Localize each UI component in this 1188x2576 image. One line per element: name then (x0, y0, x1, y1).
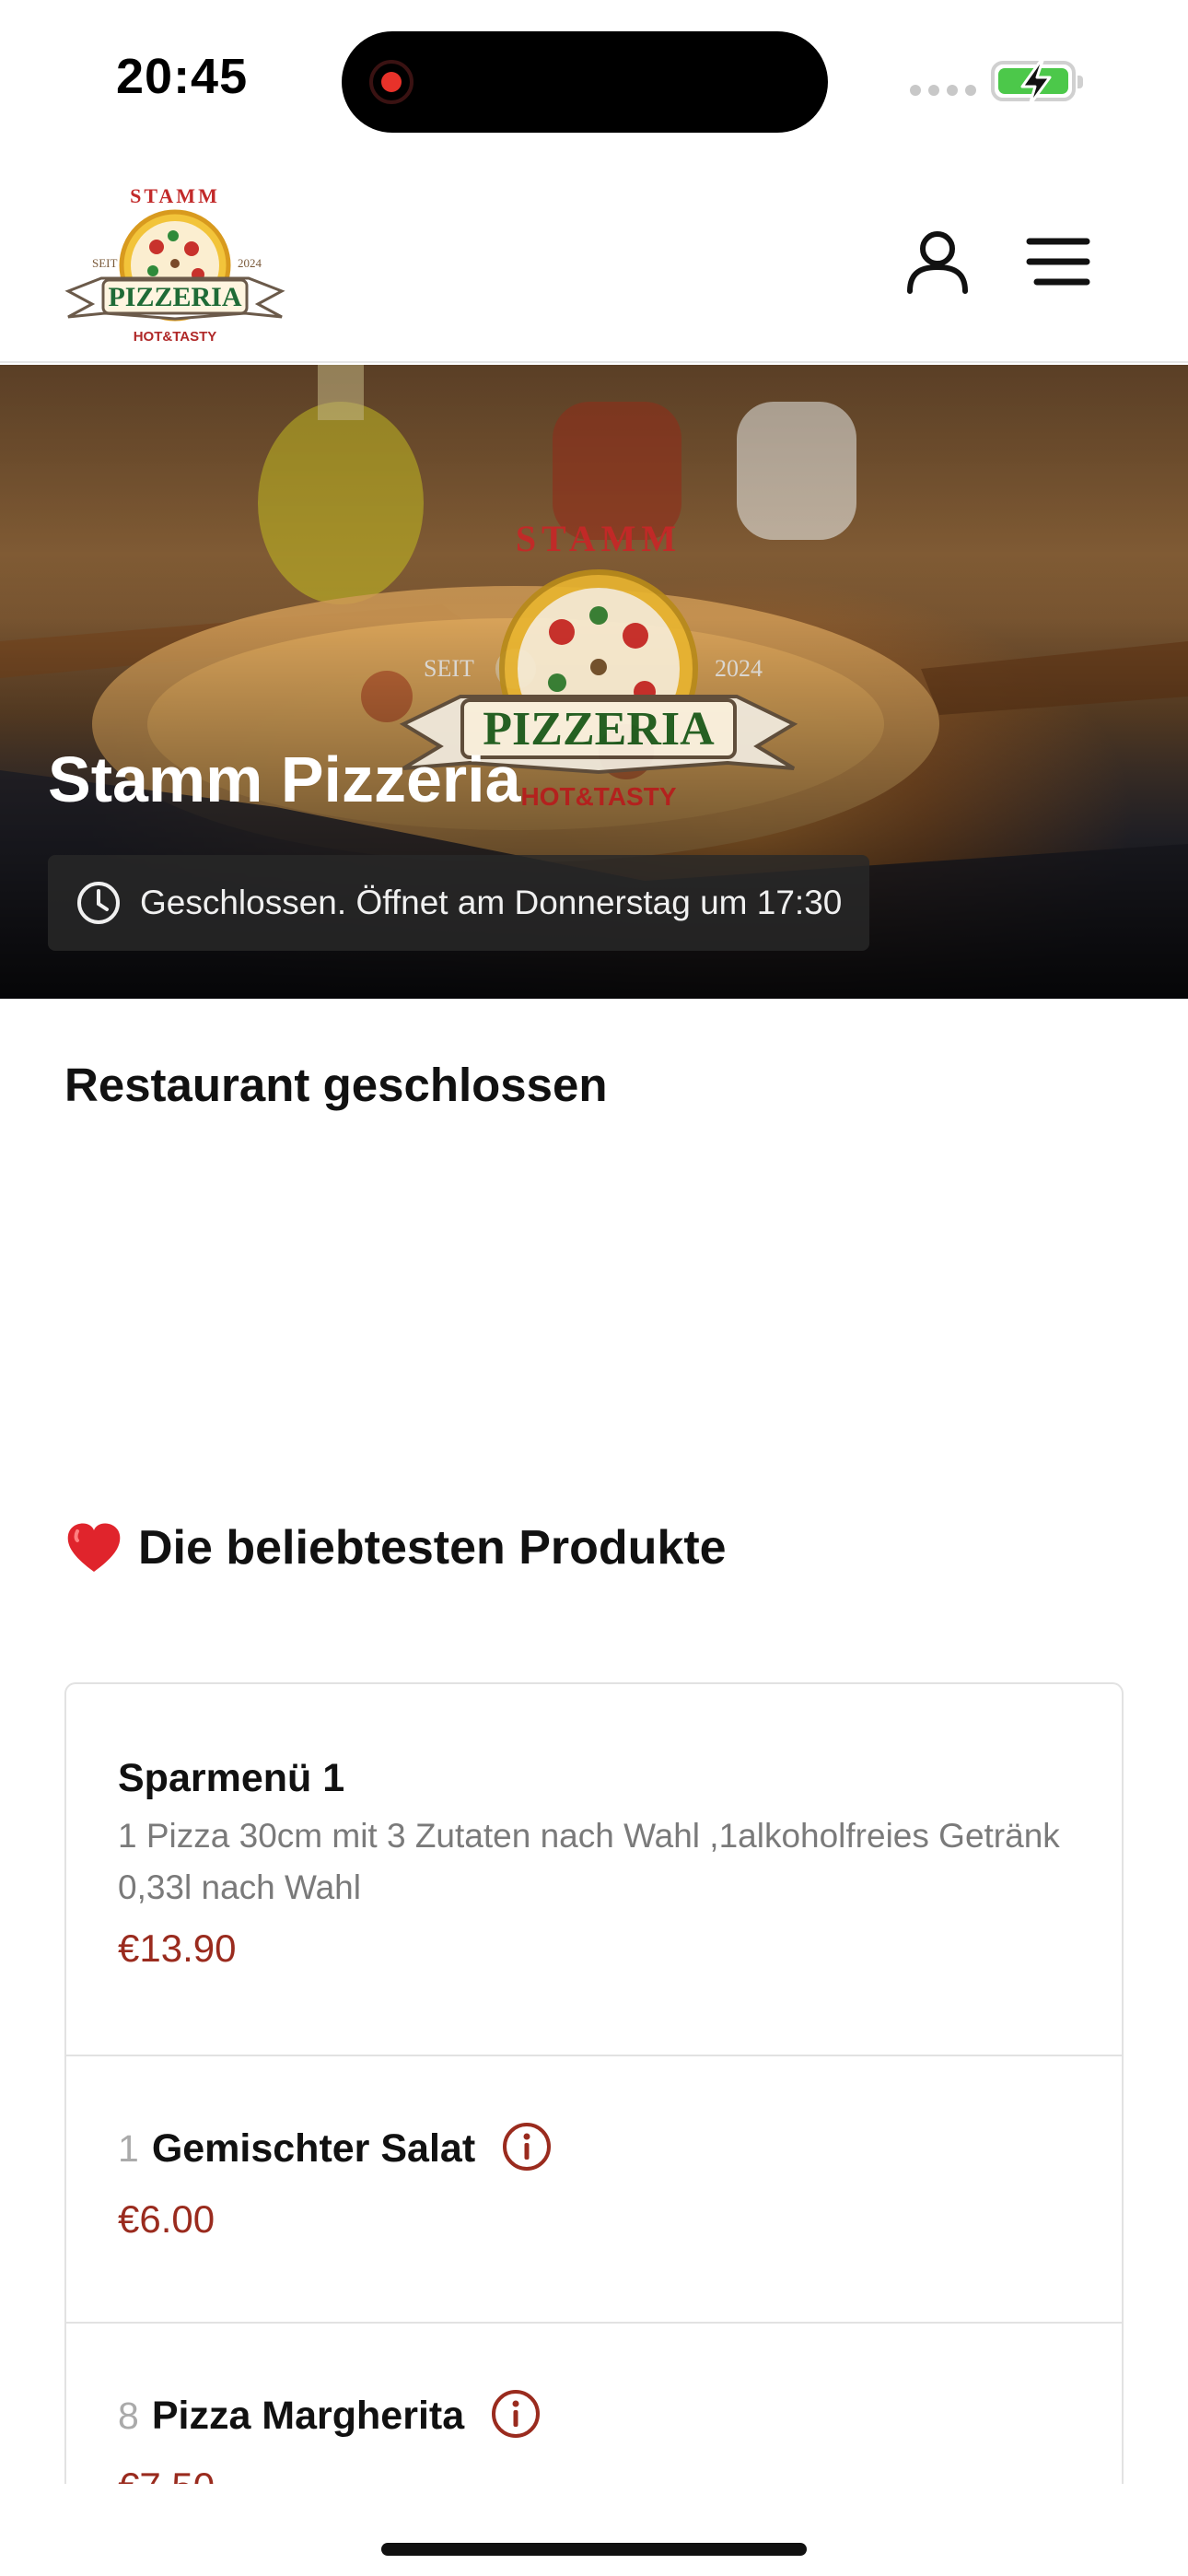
home-indicator[interactable] (381, 2543, 807, 2556)
hamburger-menu-icon (1026, 238, 1090, 286)
user-account-button[interactable] (903, 227, 973, 297)
clock-icon (77, 882, 120, 924)
svg-text:2024: 2024 (715, 655, 763, 682)
hero-banner: STAMM SEIT 2024 PIZZERIA HOT&TASTY Stamm… (0, 365, 1188, 999)
product-price: €6.00 (118, 2197, 215, 2241)
svg-text:STAMM: STAMM (516, 518, 681, 559)
site-header: STAMM SEIT 2024 PIZZERIA HOT&TASTY (0, 157, 1188, 363)
svg-text:2024: 2024 (238, 256, 262, 270)
status-time: 20:45 (116, 49, 249, 104)
menu-button[interactable] (1024, 234, 1094, 289)
battery-icon (991, 59, 1083, 107)
product-number: 1 (118, 2127, 139, 2170)
pizzeria-logo[interactable]: STAMM SEIT 2024 PIZZERIA HOT&TASTY (64, 175, 285, 350)
info-icon[interactable] (490, 2388, 542, 2444)
svg-text:SEIT: SEIT (424, 655, 474, 682)
signal-icon (910, 85, 976, 96)
popular-products-heading: Die beliebtesten Produkte (64, 1520, 727, 1575)
product-card[interactable]: 8 Pizza Margherita €7.50 (66, 2324, 1122, 2484)
product-price: €7.50 (118, 2465, 1070, 2484)
dynamic-island (342, 31, 828, 133)
info-icon[interactable] (501, 2121, 553, 2177)
closed-heading: Restaurant geschlossen (64, 1059, 608, 1111)
user-icon (907, 231, 968, 294)
popular-products-title: Die beliebtesten Produkte (138, 1521, 727, 1575)
svg-text:PIZZERIA: PIZZERIA (108, 282, 241, 312)
product-card[interactable]: Sparmenü 1 1 Pizza 30cm mit 3 Zutaten na… (66, 1684, 1122, 2056)
svg-text:STAMM: STAMM (130, 184, 220, 207)
status-bar: 20:45 (0, 0, 1188, 157)
product-number: 8 (118, 2395, 139, 2437)
heart-icon (67, 1523, 121, 1572)
product-list: Sparmenü 1 1 Pizza 30cm mit 3 Zutaten na… (64, 1682, 1124, 2484)
svg-text:HOT&TASTY: HOT&TASTY (134, 329, 217, 345)
product-name: Pizza Margherita (151, 2394, 465, 2438)
opening-hours-text: Geschlossen. Öffnet am Donnerstag um 17:… (140, 884, 843, 921)
svg-text:SEIT: SEIT (92, 256, 118, 270)
product-price: €13.90 (118, 1926, 237, 1970)
product-description: 1 Pizza 30cm mit 3 Zutaten nach Wahl ,1a… (118, 1817, 1060, 1906)
opening-hours-badge: Geschlossen. Öffnet am Donnerstag um 17:… (48, 855, 870, 951)
restaurant-name: Stamm Pizzeria (48, 744, 521, 815)
svg-text:HOT&TASTY: HOT&TASTY (520, 782, 676, 811)
product-name: Gemischter Salat (151, 2126, 476, 2171)
recording-icon (369, 60, 413, 104)
product-card[interactable]: 1 Gemischter Salat €6.00 (66, 2056, 1122, 2324)
product-name: Sparmenü 1 (118, 1756, 345, 1800)
